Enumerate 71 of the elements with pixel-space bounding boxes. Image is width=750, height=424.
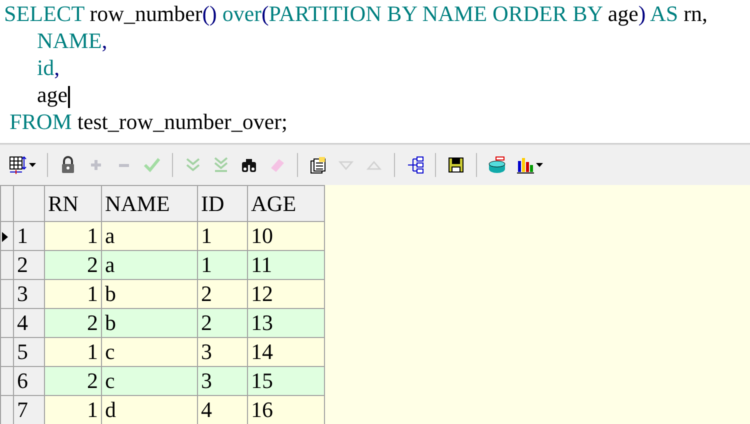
- row-number: 3: [14, 280, 44, 309]
- table-cell: 1: [44, 280, 102, 309]
- row-number: 1: [14, 222, 44, 251]
- table-cell: 1: [44, 338, 102, 367]
- table-cell: b: [102, 280, 198, 309]
- column-header[interactable]: NAME: [102, 186, 198, 222]
- tree-diagram-icon: [406, 156, 424, 174]
- row-number: 7: [14, 396, 44, 424]
- document-icon: [309, 156, 327, 174]
- table-cell: 1: [44, 222, 102, 251]
- table-cell: 4: [198, 396, 248, 424]
- table-cell: 3: [198, 366, 248, 396]
- sql-punctuation: ,: [54, 55, 60, 80]
- sql-punctuation: ): [638, 1, 646, 26]
- table-cell: d: [102, 396, 198, 424]
- sql-keyword: FROM: [8, 109, 72, 134]
- chevrons-down-icon: [184, 156, 202, 174]
- column-header[interactable]: AGE: [248, 186, 324, 222]
- row-indicator-icon: [1, 231, 9, 244]
- sql-keyword: NAME: [36, 28, 102, 53]
- sql-keyword: over: [221, 1, 262, 26]
- table-cell: b: [102, 308, 198, 338]
- sql-keyword: SELECT: [4, 1, 84, 26]
- minus-icon: [119, 164, 129, 166]
- table-cell: 2: [44, 250, 102, 280]
- sql-keyword: AS: [649, 1, 678, 26]
- table-cell: 13: [248, 308, 324, 338]
- sql-text: age: [36, 82, 68, 107]
- table-cell: a: [102, 222, 198, 251]
- sql-keyword: id: [36, 55, 54, 80]
- row-number: 6: [14, 366, 44, 396]
- table-cell: 2: [44, 366, 102, 396]
- row-number: 5: [14, 338, 44, 367]
- database-icon: [488, 156, 506, 174]
- table-cell: 1: [198, 250, 248, 280]
- eraser-icon: [268, 156, 286, 174]
- table-cell: 2: [198, 280, 248, 309]
- row-number: 4: [14, 308, 44, 338]
- table-cell: 14: [248, 338, 324, 367]
- lock-icon: [59, 156, 77, 174]
- text-cursor: [68, 86, 70, 108]
- table-cell: 3: [198, 338, 248, 367]
- table-cell: a: [102, 250, 198, 280]
- chevrons-down-icon: [212, 156, 230, 174]
- binoculars-icon: [240, 156, 258, 174]
- save-icon: [447, 156, 465, 174]
- table-cell: 1: [44, 396, 102, 424]
- table-cell: 10: [248, 222, 324, 251]
- bar-chart-icon: [516, 156, 534, 174]
- sql-text: rn,: [682, 1, 708, 26]
- table-cell: 12: [248, 280, 324, 309]
- table-cell: c: [102, 338, 198, 367]
- check-icon: [143, 156, 161, 174]
- sql-keyword: PARTITION BY NAME ORDER BY: [268, 1, 602, 26]
- sql-punctuation: (: [261, 1, 269, 26]
- column-header[interactable]: RN: [44, 186, 102, 222]
- table-cell: 1: [198, 222, 248, 251]
- sql-text: test_row_number_over;: [76, 109, 288, 134]
- table-cell: 11: [248, 250, 324, 280]
- table-cell: 15: [248, 366, 324, 396]
- sql-text: row_number: [88, 1, 202, 26]
- table-cell: 16: [248, 396, 324, 424]
- sql-punctuation: ,: [102, 28, 108, 53]
- sql-text: age: [606, 1, 638, 26]
- grid-icon: [9, 156, 27, 174]
- table-cell: c: [102, 366, 198, 396]
- table-cell: 2: [44, 308, 102, 338]
- sql-punctuation: (): [202, 1, 217, 26]
- table-cell: 2: [198, 308, 248, 338]
- row-number: 2: [14, 250, 44, 280]
- column-header[interactable]: ID: [198, 186, 248, 222]
